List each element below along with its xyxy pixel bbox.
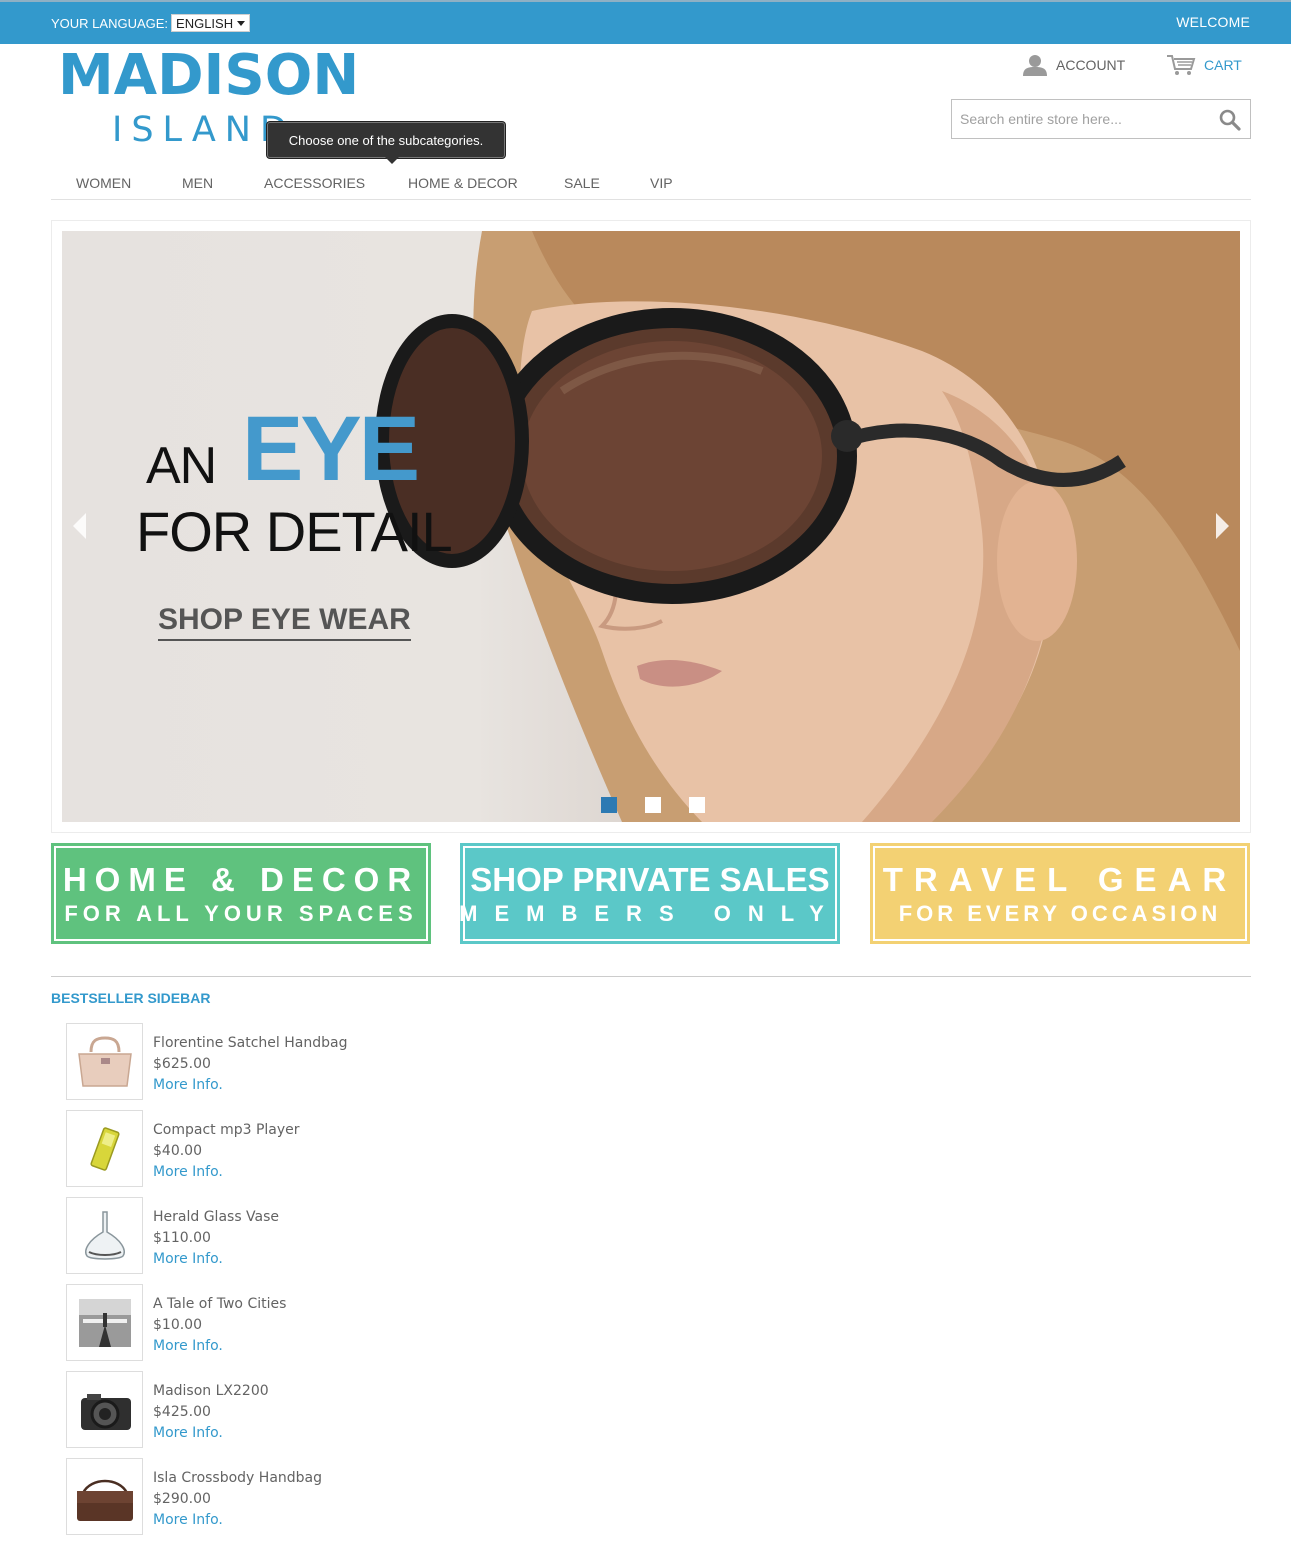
- user-icon: [1023, 55, 1047, 76]
- slider-dot-1[interactable]: [601, 797, 617, 813]
- nav-item-accessories[interactable]: ACCESSORIES: [264, 175, 365, 191]
- cart-label: CART: [1204, 57, 1242, 73]
- hero-headline-an: AN: [146, 437, 217, 495]
- language-select-value: ENGLISH: [176, 15, 234, 31]
- promo-home-decor-title: HOME & DECOR: [62, 860, 420, 898]
- logo-main-text: MADISON: [58, 43, 360, 108]
- nav-item-women[interactable]: WOMEN: [76, 175, 131, 191]
- language-select[interactable]: ENGLISH: [171, 14, 251, 32]
- product-thumbnail[interactable]: [66, 1284, 143, 1361]
- section-divider: [51, 976, 1251, 977]
- bestseller-title: BESTSELLER SIDEBAR: [51, 990, 211, 1006]
- slider-dot-2[interactable]: [645, 797, 661, 813]
- more-info-link[interactable]: More Info.: [153, 1249, 279, 1270]
- book-icon: [79, 1299, 131, 1347]
- list-item: A Tale of Two Cities $10.00 More Info.: [66, 1284, 466, 1371]
- promo-private-sales[interactable]: SHOP PRIVATE SALES MEMBERS ONLY: [459, 843, 841, 944]
- hero-headline-detail: FOR DETAIL: [136, 500, 453, 563]
- product-price: $625.00: [153, 1056, 211, 1072]
- product-thumbnail[interactable]: [66, 1371, 143, 1448]
- product-thumbnail[interactable]: [66, 1023, 143, 1100]
- main-nav: WOMEN MEN ACCESSORIES HOME & DECOR SALE …: [51, 170, 1251, 200]
- product-thumbnail[interactable]: [66, 1458, 143, 1535]
- promo-private-sales-subtitle: MEMBERS ONLY: [459, 900, 841, 926]
- handbag-icon: [78, 1036, 132, 1087]
- product-name[interactable]: Compact mp3 Player: [153, 1120, 300, 1141]
- product-name[interactable]: Herald Glass Vase: [153, 1207, 279, 1228]
- tooltip-arrow: [385, 157, 399, 164]
- product-name[interactable]: Florentine Satchel Handbag: [153, 1033, 347, 1054]
- list-item: Herald Glass Vase $110.00 More Info.: [66, 1197, 466, 1284]
- product-price: $290.00: [153, 1491, 211, 1507]
- crossbody-bag-icon: [77, 1479, 133, 1521]
- product-name[interactable]: A Tale of Two Cities: [153, 1294, 286, 1315]
- search-input[interactable]: [952, 100, 1210, 138]
- camera-icon: [81, 1394, 131, 1430]
- nav-item-sale[interactable]: SALE: [564, 175, 600, 191]
- shop-eyewear-link[interactable]: SHOP EYE WEAR: [158, 603, 411, 641]
- more-info-link[interactable]: More Info.: [153, 1075, 347, 1096]
- product-price: $40.00: [153, 1143, 202, 1159]
- more-info-link[interactable]: More Info.: [153, 1510, 322, 1531]
- vase-icon: [85, 1211, 125, 1260]
- nav-item-home-decor[interactable]: HOME & DECOR: [408, 175, 518, 191]
- search-box: [951, 99, 1251, 139]
- search-icon: [1219, 109, 1241, 131]
- cart-link[interactable]: CART: [1166, 54, 1242, 76]
- list-item: Florentine Satchel Handbag $625.00 More …: [66, 1023, 466, 1110]
- promo-home-decor[interactable]: HOME & DECOR FOR ALL YOUR SPACES: [51, 843, 431, 944]
- account-link[interactable]: ACCOUNT: [1022, 54, 1125, 76]
- product-price: $110.00: [153, 1230, 211, 1246]
- chevron-left-icon[interactable]: [70, 511, 88, 541]
- nav-tooltip: Choose one of the subcategories.: [267, 122, 505, 158]
- chevron-right-icon[interactable]: [1214, 511, 1232, 541]
- nav-item-vip[interactable]: VIP: [650, 175, 673, 191]
- promo-travel-gear[interactable]: TRAVEL GEAR FOR EVERY OCCASION: [870, 843, 1250, 944]
- list-item: Madison LX2200 $425.00 More Info.: [66, 1371, 466, 1458]
- top-bar: YOUR LANGUAGE: ENGLISH WELCOME: [0, 0, 1291, 44]
- hero-slider[interactable]: AN EYE FOR DETAIL SHOP EYE WEAR: [62, 231, 1240, 822]
- promo-travel-gear-title: TRAVEL GEAR: [882, 860, 1238, 898]
- welcome-message: WELCOME: [1176, 14, 1250, 30]
- product-name[interactable]: Isla Crossbody Handbag: [153, 1468, 322, 1489]
- store-logo[interactable]: MADISON ISLAND: [58, 43, 360, 151]
- slider-dot-3[interactable]: [689, 797, 705, 813]
- more-info-link[interactable]: More Info.: [153, 1423, 269, 1444]
- product-thumbnail[interactable]: [66, 1110, 143, 1187]
- language-switcher: YOUR LANGUAGE: ENGLISH: [51, 14, 251, 32]
- search-button[interactable]: [1218, 108, 1242, 132]
- promo-private-sales-title: SHOP PRIVATE SALES: [470, 860, 830, 898]
- nav-item-men[interactable]: MEN: [182, 175, 213, 191]
- product-price: $425.00: [153, 1404, 211, 1420]
- mp3-player-icon: [90, 1127, 120, 1171]
- account-label: ACCOUNT: [1056, 57, 1126, 73]
- more-info-link[interactable]: More Info.: [153, 1162, 300, 1183]
- promo-travel-gear-subtitle: FOR EVERY OCCASION: [898, 900, 1222, 926]
- list-item: Isla Crossbody Handbag $290.00 More Info…: [66, 1458, 466, 1545]
- product-name[interactable]: Madison LX2200: [153, 1381, 269, 1402]
- more-info-link[interactable]: More Info.: [153, 1336, 286, 1357]
- hero-headline-eye: EYE: [242, 398, 420, 500]
- caret-down-icon: [237, 20, 246, 26]
- promo-home-decor-subtitle: FOR ALL YOUR SPACES: [64, 900, 418, 926]
- cart-icon: [1167, 55, 1196, 75]
- language-label: YOUR LANGUAGE:: [51, 15, 169, 31]
- product-price: $10.00: [153, 1317, 202, 1333]
- list-item: Compact mp3 Player $40.00 More Info.: [66, 1110, 466, 1197]
- bestseller-list: Florentine Satchel Handbag $625.00 More …: [66, 1023, 466, 1545]
- product-thumbnail[interactable]: [66, 1197, 143, 1274]
